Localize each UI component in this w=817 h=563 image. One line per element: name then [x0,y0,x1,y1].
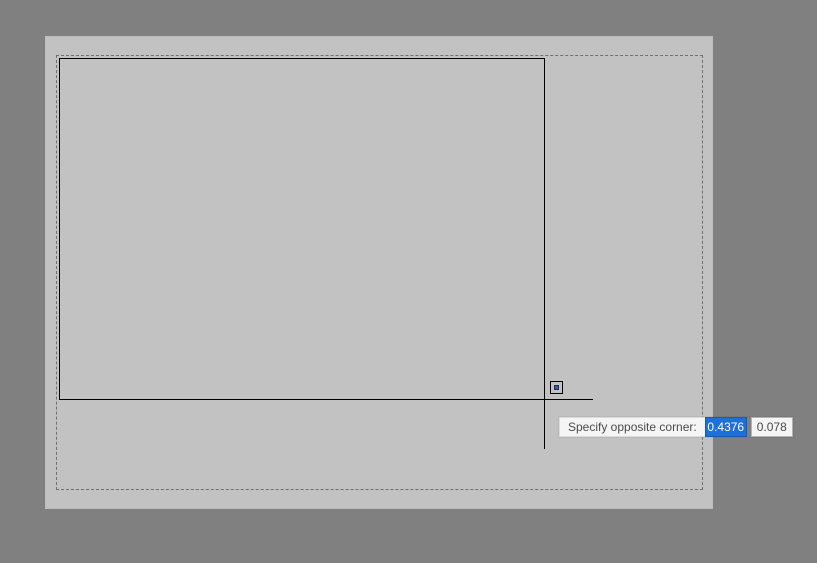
coord-x-input[interactable]: 0.4376 [705,417,747,437]
coord-y-input[interactable]: 0.078 [751,417,793,437]
crosshair-vertical [544,58,545,449]
prompt-label: Specify opposite corner: [559,417,705,437]
selection-window-rect [59,58,545,400]
crosshair-horizontal [59,399,593,400]
dynamic-input-prompt: Specify opposite corner: 0.4376 0.078 [559,417,793,437]
window-selection-icon [554,385,559,390]
cursor-pickbox[interactable] [550,381,563,394]
